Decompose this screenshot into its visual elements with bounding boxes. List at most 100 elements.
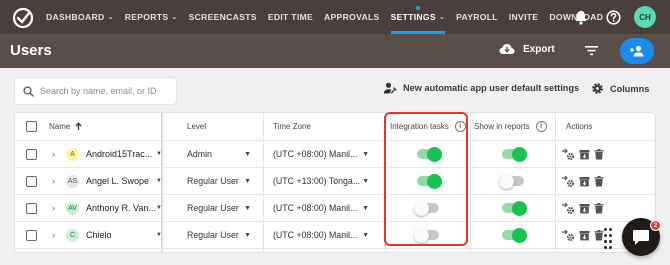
level-select[interactable]: Regular User ▼ [187, 222, 251, 248]
level-value: Admin [187, 149, 212, 159]
trash-icon[interactable] [594, 148, 604, 160]
row-actions [561, 222, 608, 248]
page-header: Users Export [0, 34, 670, 68]
show-in-reports-toggle[interactable] [502, 200, 527, 216]
chevron-down-icon: ⌄ [438, 14, 446, 21]
show-in-reports-toggle[interactable] [499, 173, 524, 189]
chat-icon [633, 229, 649, 245]
export-label: Export [523, 43, 555, 55]
user-name-cell: A Android15Trac... [66, 141, 160, 167]
timezone-select[interactable]: (UTC +13:00) Tonga... ▼ [273, 168, 369, 194]
user-initial-avatar: AS [66, 174, 79, 188]
archive-icon[interactable] [579, 203, 590, 214]
expand-row-icon[interactable]: › [52, 176, 55, 186]
drag-handle-icon[interactable] [604, 228, 614, 250]
nav-item-approvals[interactable]: APPROVALS [324, 0, 380, 34]
user-name[interactable]: Chielo [86, 230, 112, 240]
active-indicator-dot [415, 6, 420, 10]
column-header-level[interactable]: Level [187, 113, 206, 140]
table-header-row: Name Level Time Zone Integration tasks i… [15, 113, 655, 141]
timezone-select[interactable]: (UTC +08:00) Manil... ▼ [273, 222, 369, 248]
show-in-reports-toggle[interactable] [502, 146, 527, 162]
user-name-cell: C Chielo [66, 222, 160, 248]
search-box[interactable] [15, 78, 176, 104]
user-name[interactable]: Angel L. Swope [86, 176, 149, 186]
column-header-actions: Actions [566, 122, 593, 131]
new-automatic-settings-button[interactable]: New automatic app user default settings [383, 82, 579, 94]
table-row: › C Chielo ▼ Regular User ▼ (UTC +08:00)… [15, 222, 655, 249]
chevron-down-icon: ▼ [156, 205, 162, 211]
chevron-down-icon: ▼ [244, 177, 251, 185]
row-checkbox[interactable] [26, 202, 37, 214]
row-checkbox[interactable] [26, 175, 37, 187]
level-value: Regular User [187, 203, 239, 213]
level-select[interactable]: Regular User ▼ [187, 168, 251, 194]
avatar[interactable]: CH [634, 6, 656, 28]
user-name[interactable]: Anthony R. Van... [86, 203, 156, 213]
trash-icon[interactable] [594, 202, 604, 214]
trash-icon[interactable] [594, 175, 604, 187]
chevron-down-icon: ▼ [244, 231, 251, 239]
nav-item-settings[interactable]: SETTINGS ⌄ [390, 0, 446, 34]
user-name[interactable]: Android15Trac... [86, 149, 152, 159]
user-name-cell: AV Anthony R. Van... [66, 195, 160, 221]
chevron-down-icon: ▼ [156, 232, 162, 238]
users-table: Name Level Time Zone Integration tasks i… [15, 113, 655, 252]
column-header-timezone[interactable]: Time Zone [273, 113, 311, 140]
page-title: Users [10, 42, 52, 59]
table-row: › A Android15Trac... ▼ Admin ▼ (UTC +08:… [15, 141, 655, 168]
timezone-value: (UTC +08:00) Manil... [273, 230, 358, 240]
row-checkbox[interactable] [26, 229, 37, 241]
nav-right: CH [558, 0, 656, 34]
assign-settings-icon[interactable] [561, 202, 575, 215]
export-button[interactable]: Export [499, 43, 555, 55]
row-actions [561, 195, 608, 221]
nav-items: DASHBOARD ⌄ REPORTS ⌄ SCREENCASTS EDIT TIME AP… [46, 0, 614, 34]
nav-item-dashboard[interactable]: DASHBOARD ⌄ [46, 0, 114, 34]
nav-item-reports[interactable]: REPORTS ⌄ [125, 0, 178, 34]
nav-item-payroll[interactable]: PAYROLL [456, 0, 498, 34]
nav-item-screencasts[interactable]: SCREENCASTS [189, 0, 257, 34]
help-icon[interactable] [604, 8, 622, 26]
chevron-down-icon: ▼ [156, 178, 162, 184]
expand-row-icon[interactable]: › [52, 203, 55, 213]
info-icon[interactable]: i [535, 121, 547, 132]
nav-item-edit-time[interactable]: EDIT TIME [268, 0, 313, 34]
level-value: Regular User [187, 176, 239, 186]
level-select[interactable]: Admin ▼ [187, 141, 251, 167]
level-select[interactable]: Regular User ▼ [187, 195, 251, 221]
assign-settings-icon[interactable] [561, 175, 575, 188]
assign-settings-icon[interactable] [561, 148, 575, 161]
search-icon [23, 85, 34, 97]
column-header-name[interactable]: Name [49, 113, 83, 140]
row-checkbox[interactable] [26, 148, 37, 160]
trash-icon[interactable] [594, 229, 604, 241]
archive-icon[interactable] [579, 176, 590, 187]
chat-notification-badge: 2 [650, 220, 661, 231]
add-user-button[interactable] [620, 38, 654, 64]
chevron-down-icon: ▼ [362, 231, 369, 239]
bell-icon[interactable] [572, 8, 590, 26]
search-input[interactable] [40, 86, 170, 96]
logo-icon[interactable] [12, 7, 34, 29]
chevron-down-icon: ▼ [362, 204, 369, 212]
row-actions [561, 168, 608, 194]
expand-row-icon[interactable]: › [52, 149, 55, 159]
archive-icon[interactable] [579, 230, 590, 241]
select-all-checkbox[interactable] [26, 121, 37, 132]
archive-icon[interactable] [579, 149, 590, 160]
columns-button[interactable]: Columns [591, 82, 649, 95]
user-initial-avatar: AV [66, 201, 79, 215]
level-value: Regular User [187, 230, 239, 240]
chevron-down-icon: ▼ [362, 177, 369, 185]
assign-settings-icon[interactable] [561, 229, 575, 242]
column-header-show-in-reports[interactable]: Show in reports i [474, 113, 547, 140]
chevron-down-icon: ⌄ [107, 14, 114, 21]
nav-item-invite[interactable]: INVITE [509, 0, 539, 34]
show-in-reports-toggle[interactable] [502, 227, 527, 243]
timezone-select[interactable]: (UTC +08:00) Manil... ▼ [273, 141, 369, 167]
timezone-select[interactable]: (UTC +08:00) Manil... ▼ [273, 195, 369, 221]
filter-icon[interactable] [585, 45, 598, 56]
expand-row-icon[interactable]: › [52, 230, 55, 240]
table-row: › AV Anthony R. Van... ▼ Regular User ▼ … [15, 195, 655, 222]
